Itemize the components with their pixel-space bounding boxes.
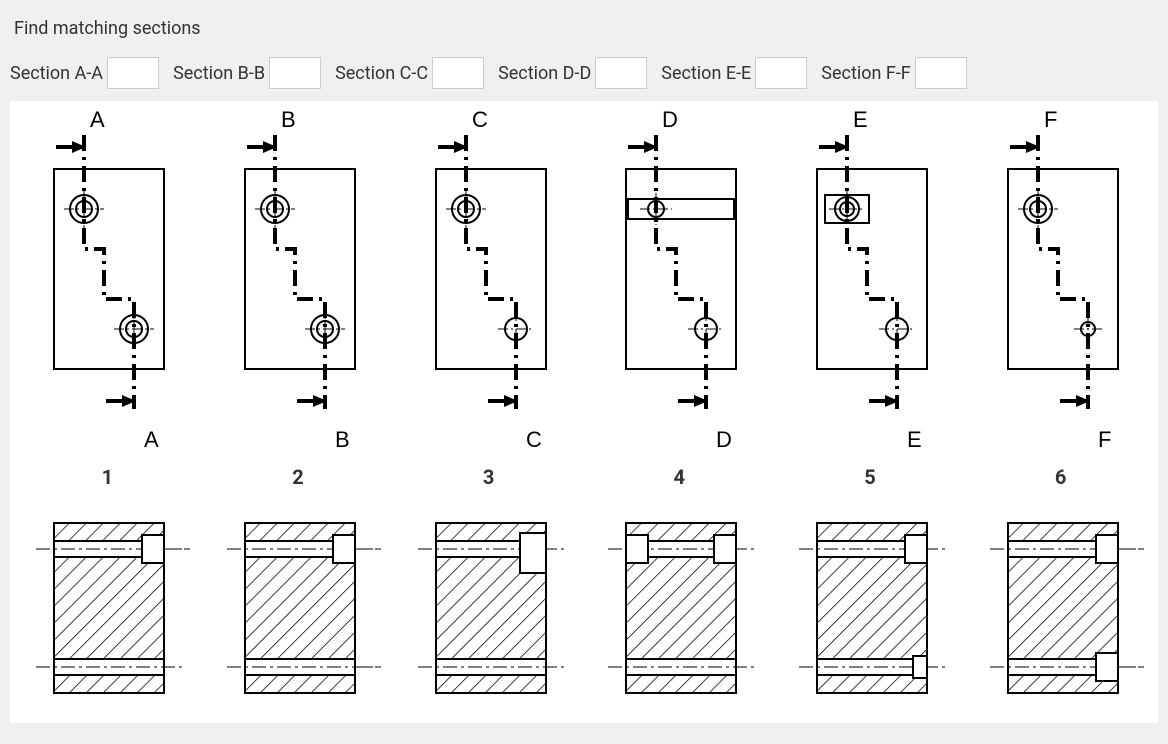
section-number: 3 xyxy=(483,465,494,489)
svg-text:A: A xyxy=(90,107,105,132)
section-cell: 2 xyxy=(205,457,391,713)
section-answer-input[interactable] xyxy=(269,57,321,89)
section-label: Section D-D xyxy=(498,63,591,84)
svg-text:F: F xyxy=(1044,107,1057,132)
section-answer-group: Section E-E xyxy=(661,57,807,89)
section-label: Section E-E xyxy=(661,63,751,84)
svg-text:B: B xyxy=(335,427,350,452)
section-answer-input[interactable] xyxy=(432,57,484,89)
section-view-5 xyxy=(777,493,963,713)
plan-view-A: AA xyxy=(14,107,200,457)
answer-row: Section A-A Section B-B Section C-C Section… xyxy=(10,57,1158,89)
section-answer-input[interactable] xyxy=(595,57,647,89)
section-answer-group: Section D-D xyxy=(498,57,647,89)
svg-text:E: E xyxy=(907,427,922,452)
plan-view-E: EE xyxy=(777,107,963,457)
plan-cell: DD xyxy=(586,107,772,457)
section-number: 2 xyxy=(292,465,303,489)
section-number: 5 xyxy=(864,465,875,489)
section-number: 4 xyxy=(674,465,685,489)
plan-view-F: FF xyxy=(968,107,1154,457)
section-answer-group: Section A-A xyxy=(10,57,159,89)
section-label: Section C-C xyxy=(335,63,428,84)
svg-text:A: A xyxy=(144,427,159,452)
section-label: Section F-F xyxy=(821,63,910,84)
svg-text:C: C xyxy=(526,427,542,452)
plan-cell: FF xyxy=(968,107,1154,457)
section-answer-group: Section B-B xyxy=(173,57,321,89)
plan-cell: EE xyxy=(777,107,963,457)
section-number: 1 xyxy=(102,465,113,489)
section-cell: 3 xyxy=(396,457,582,713)
section-answer-group: Section C-C xyxy=(335,57,484,89)
svg-text:B: B xyxy=(281,107,296,132)
svg-text:D: D xyxy=(716,427,732,452)
section-cell: 5 xyxy=(777,457,963,713)
section-view-3 xyxy=(396,493,582,713)
plans-row: AABBCCDDEEFF xyxy=(12,107,1156,457)
plan-cell: AA xyxy=(14,107,200,457)
section-answer-group: Section F-F xyxy=(821,57,966,89)
section-answer-input[interactable] xyxy=(755,57,807,89)
section-cell: 4 xyxy=(586,457,772,713)
section-cell: 1 xyxy=(14,457,200,713)
section-label: Section B-B xyxy=(173,63,265,84)
plan-view-B: BB xyxy=(205,107,391,457)
section-label: Section A-A xyxy=(10,63,103,84)
section-view-6 xyxy=(968,493,1154,713)
plan-cell: BB xyxy=(205,107,391,457)
section-view-1 xyxy=(14,493,200,713)
sections-row: 1 2 3 4 5 6 xyxy=(12,457,1156,713)
section-cell: 6 xyxy=(968,457,1154,713)
section-view-4 xyxy=(586,493,772,713)
svg-text:D: D xyxy=(662,107,678,132)
question-text: Find matching sections xyxy=(14,18,1158,39)
section-view-2 xyxy=(205,493,391,713)
diagram-panel: AABBCCDDEEFF 123456 xyxy=(10,101,1158,723)
svg-text:F: F xyxy=(1098,427,1111,452)
plan-view-D: DD xyxy=(586,107,772,457)
svg-text:C: C xyxy=(472,107,488,132)
svg-text:E: E xyxy=(853,107,868,132)
section-number: 6 xyxy=(1055,465,1066,489)
plan-view-C: CC xyxy=(396,107,582,457)
section-answer-input[interactable] xyxy=(915,57,967,89)
section-answer-input[interactable] xyxy=(107,57,159,89)
plan-cell: CC xyxy=(396,107,582,457)
